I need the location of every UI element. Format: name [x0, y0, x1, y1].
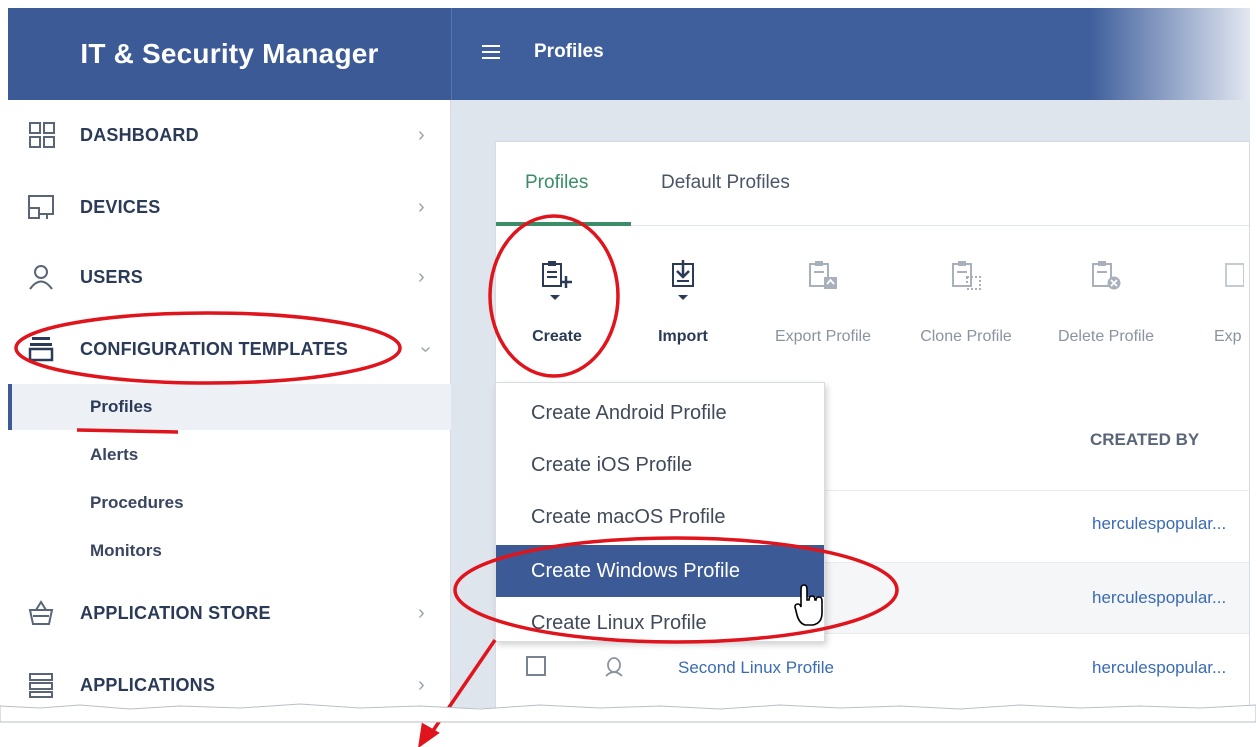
import-label: Import — [658, 328, 708, 345]
import-button[interactable]: Import — [640, 252, 726, 360]
menu-item-create-ios-profile[interactable]: Create iOS Profile — [496, 439, 824, 491]
sidebar-item-label: USERS — [80, 266, 144, 287]
export-icon — [1225, 263, 1244, 287]
chevron-right-icon: › — [418, 673, 425, 696]
sidebar-item-configuration-templates[interactable]: CONFIGURATION TEMPLATES › — [8, 324, 451, 374]
menu-item-create-linux-profile[interactable]: Create Linux Profile — [496, 597, 824, 649]
sidebar: DASHBOARD › DEVICES › USERS › CONFIGURAT… — [8, 100, 451, 708]
created-by-cell[interactable]: herculespopular... — [1092, 514, 1226, 534]
sidebar-item-application-store[interactable]: APPLICATION STORE › — [8, 588, 451, 638]
row-checkbox[interactable] — [526, 656, 546, 676]
sidebar-item-label: APPLICATION STORE — [80, 602, 271, 623]
active-tab-indicator — [496, 222, 631, 226]
sidebar-subitem-label: Monitors — [90, 541, 162, 560]
menu-item-create-windows-profile[interactable]: Create Windows Profile — [496, 545, 824, 597]
tab-default-profiles[interactable]: Default Profiles — [661, 172, 790, 194]
sidebar-subitem-profiles[interactable]: Profiles — [8, 384, 451, 430]
create-dropdown-menu: Create Android Profile Create iOS Profil… — [495, 382, 825, 642]
export-profile-icon — [809, 261, 837, 289]
profile-name-link[interactable]: Second Linux Profile — [678, 658, 834, 678]
created-by-cell[interactable]: herculespopular... — [1092, 588, 1226, 608]
column-header-created-by[interactable]: CREATED BY — [1090, 430, 1199, 450]
sidebar-subitem-label: Procedures — [90, 493, 184, 512]
sidebar-subitem-label: Alerts — [90, 445, 139, 464]
sidebar-subitem-procedures[interactable]: Procedures — [8, 480, 451, 526]
app-window: IT & Security Manager Profiles DASHBOARD… — [8, 8, 1250, 708]
clone-profile-label: Clone Profile — [920, 328, 1012, 345]
configuration-templates-icon — [28, 337, 54, 362]
delete-profile-button[interactable]: Delete Profile — [1041, 252, 1171, 360]
hamburger-menu-icon[interactable] — [482, 45, 500, 59]
menu-item-create-android-profile[interactable]: Create Android Profile — [496, 387, 824, 439]
created-by-cell[interactable]: herculespopular... — [1092, 658, 1226, 678]
devices-icon — [28, 195, 54, 219]
chevron-right-icon: › — [418, 123, 425, 146]
sidebar-item-applications[interactable]: APPLICATIONS › — [8, 660, 451, 708]
menu-item-create-macos-profile[interactable]: Create macOS Profile — [496, 491, 824, 543]
sidebar-subitem-alerts[interactable]: Alerts — [8, 432, 451, 478]
sidebar-item-devices[interactable]: DEVICES › — [8, 182, 451, 232]
clone-profile-icon — [952, 261, 981, 290]
chevron-down-icon: › — [414, 345, 437, 353]
create-profile-icon — [542, 261, 572, 300]
sidebar-subitem-label: Profiles — [90, 397, 153, 416]
top-bar-fade — [1090, 8, 1250, 100]
sidebar-item-label: DASHBOARD — [80, 124, 199, 145]
chevron-right-icon: › — [418, 601, 425, 624]
page-title: Profiles — [534, 41, 604, 62]
create-label: Create — [532, 328, 582, 345]
export-profile-button[interactable]: Export Profile — [758, 252, 888, 360]
sidebar-item-label: APPLICATIONS — [80, 674, 216, 695]
chevron-right-icon: › — [418, 195, 425, 218]
sidebar-item-label: DEVICES — [80, 196, 161, 217]
annotation-arrow-head — [418, 722, 440, 747]
linux-penguin-icon — [605, 657, 623, 677]
basket-icon — [28, 600, 54, 625]
import-icon — [672, 260, 694, 300]
create-button[interactable]: Create — [514, 252, 600, 360]
applications-icon — [29, 673, 53, 698]
export-profile-label: Export Profile — [774, 328, 872, 345]
export-button[interactable]: Exp — [1196, 252, 1250, 360]
tab-profiles[interactable]: Profiles — [525, 172, 588, 194]
sidebar-subitem-monitors[interactable]: Monitors — [8, 528, 451, 574]
user-icon — [29, 265, 53, 290]
sidebar-item-users[interactable]: USERS › — [8, 252, 451, 302]
export-label: Exp — [1214, 328, 1242, 345]
delete-profile-icon — [1092, 261, 1121, 290]
tab-bar: Profiles Default Profiles — [496, 142, 1249, 226]
top-bar: Profiles — [451, 8, 1250, 100]
delete-profile-label: Delete Profile — [1057, 328, 1155, 345]
chevron-right-icon: › — [418, 265, 425, 288]
dashboard-grid-icon — [29, 122, 55, 148]
sidebar-item-label: CONFIGURATION TEMPLATES — [80, 338, 348, 359]
sidebar-item-dashboard[interactable]: DASHBOARD › — [8, 110, 451, 160]
brand-title: IT & Security Manager — [8, 8, 451, 100]
clone-profile-button[interactable]: Clone Profile — [901, 252, 1031, 360]
